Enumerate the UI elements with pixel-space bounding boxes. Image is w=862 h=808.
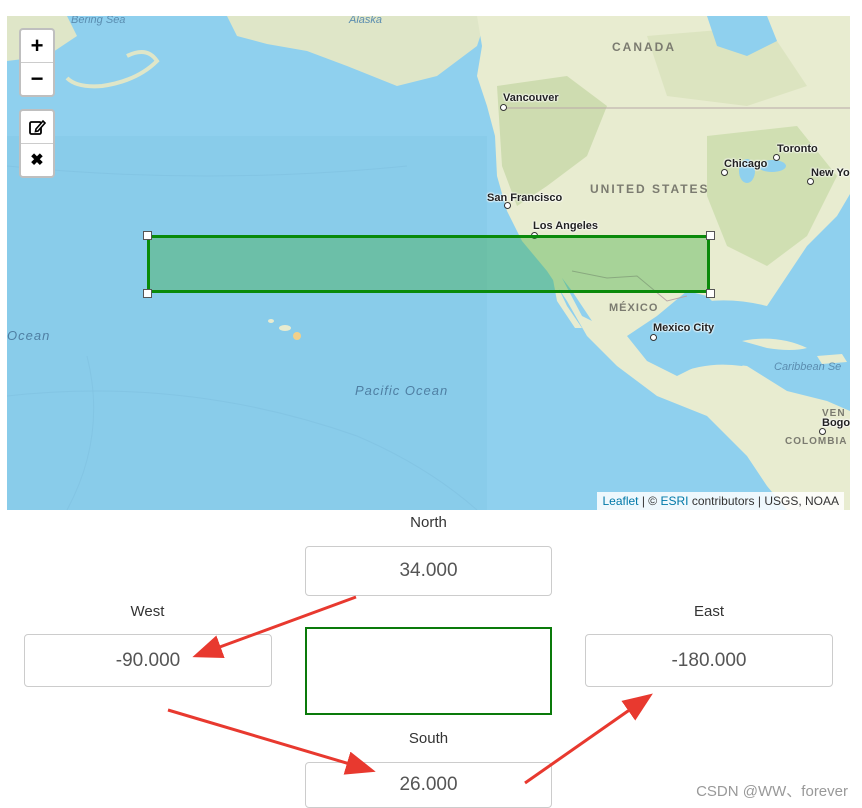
zoom-control: + −: [19, 28, 55, 97]
city-marker: [773, 154, 780, 161]
resize-handle-nw[interactable]: [143, 231, 152, 240]
watermark: CSDN @WW、forever: [696, 783, 848, 800]
label-mexico-city: Mexico City: [653, 322, 715, 334]
zoom-out-button[interactable]: −: [21, 62, 53, 95]
leaflet-link[interactable]: Leaflet: [602, 494, 638, 508]
delete-layers-button[interactable]: ✖: [21, 143, 53, 176]
map-view[interactable]: Bering Sea Alaska CANADA UNITED STATES M…: [7, 16, 850, 510]
edit-icon: [29, 119, 46, 135]
label-ocean-left: Ocean: [7, 328, 51, 343]
label-chicago: Chicago: [724, 158, 768, 170]
draw-control: ✖: [19, 109, 55, 178]
attribution-separator: | ©: [638, 494, 661, 508]
edit-layers-button[interactable]: [21, 111, 53, 143]
delete-icon: ✖: [30, 152, 44, 169]
bounding-box-rectangle[interactable]: [147, 235, 710, 293]
west-input[interactable]: -90.000: [24, 634, 272, 687]
west-label: West: [130, 603, 165, 620]
label-pacific-ocean: Pacific Ocean: [355, 383, 449, 398]
city-marker: [807, 178, 814, 185]
north-input[interactable]: 34.000: [305, 546, 552, 596]
city-marker: [650, 334, 657, 341]
attribution-text: contributors | USGS, NOAA: [688, 494, 839, 508]
label-vancouver: Vancouver: [503, 92, 559, 104]
label-colombia: COLOMBIA: [785, 436, 848, 447]
city-marker: [819, 428, 826, 435]
label-bogota: Bogota: [822, 417, 850, 429]
south-input[interactable]: 26.000: [305, 762, 552, 808]
resize-handle-se[interactable]: [706, 289, 715, 298]
label-los-angeles: Los Angeles: [533, 220, 598, 232]
label-new-york: New Yo: [811, 167, 850, 179]
east-label: East: [693, 603, 724, 620]
label-bering-sea: Bering Sea: [71, 16, 126, 26]
north-label: North: [410, 514, 447, 531]
bbox-preview: [305, 627, 552, 715]
label-united-states: UNITED STATES: [590, 182, 710, 196]
label-canada: CANADA: [612, 40, 676, 54]
label-toronto: Toronto: [777, 143, 818, 155]
map-attribution: Leaflet | © ESRI contributors | USGS, NO…: [597, 492, 844, 510]
east-input[interactable]: -180.000: [585, 634, 833, 687]
resize-handle-sw[interactable]: [143, 289, 152, 298]
esri-link[interactable]: ESRI: [660, 494, 688, 508]
south-label: South: [408, 730, 449, 747]
zoom-in-button[interactable]: +: [21, 30, 53, 62]
city-marker: [721, 169, 728, 176]
label-mexico: MÉXICO: [609, 302, 659, 314]
label-caribbean-sea: Caribbean Se: [774, 361, 842, 373]
label-alaska: Alaska: [349, 16, 383, 26]
city-marker: [500, 104, 507, 111]
resize-handle-ne[interactable]: [706, 231, 715, 240]
label-san-francisco: San Francisco: [487, 192, 563, 204]
